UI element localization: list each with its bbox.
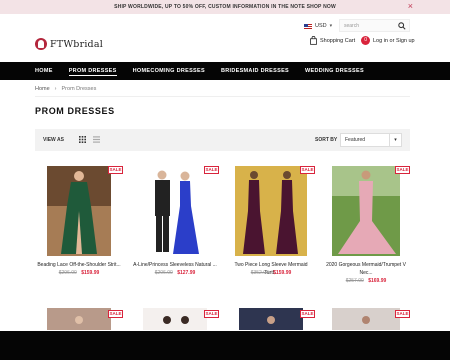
nav-item-prom-dresses[interactable]: PROM DRESSES <box>68 62 117 80</box>
sale-badge: SALE <box>108 166 123 174</box>
us-flag-icon <box>304 23 312 29</box>
sale-price: $159.99 <box>81 270 100 276</box>
announcement-text: SHIP WORLDWIDE, UP TO 50% OFF, CUSTOM IN… <box>114 4 336 10</box>
product-price: $296.00 $159.99 <box>35 269 123 277</box>
nav-item-homecoming-dresses[interactable]: HOMECOMING DRESSES <box>133 62 205 80</box>
view-as-label: VIEW AS <box>43 137 64 143</box>
product-price: $206.00 $127.99 <box>131 269 219 277</box>
breadcrumb-separator: › <box>54 86 57 92</box>
sale-badge: SALE <box>204 166 219 174</box>
product-price: $352.00 $159.99 <box>227 269 315 277</box>
signup-link[interactable]: Sign up <box>396 38 415 44</box>
collection-toolbar: VIEW AS SORT BY Featured ▾ <box>35 129 410 151</box>
sale-badge: SALE <box>395 310 410 318</box>
sale-badge: SALE <box>108 310 123 318</box>
list-view-icon[interactable] <box>93 136 100 143</box>
breadcrumb-current: Prom Dresses <box>61 86 97 92</box>
logo-text: FTWbridal <box>50 38 103 50</box>
account-links: Log in or Sign up <box>373 36 415 47</box>
original-price: $257.00 <box>345 278 364 284</box>
bottom-overlay-bar <box>0 331 450 360</box>
close-icon[interactable]: × <box>408 0 413 13</box>
page-title: PROM DRESSES <box>35 106 115 116</box>
original-price: $206.00 <box>154 270 173 276</box>
search-input[interactable] <box>340 20 396 31</box>
product-card[interactable]: SALE <box>227 308 315 330</box>
original-price: $296.00 <box>58 270 77 276</box>
product-name[interactable]: A-Line/Princess Sleeveless Natural ... <box>131 261 219 269</box>
chevron-down-icon: ▾ <box>329 23 333 29</box>
sort-select[interactable]: Featured ▾ <box>340 133 402 147</box>
sale-badge: SALE <box>300 310 315 318</box>
sale-price: $127.99 <box>177 270 196 276</box>
sort-by-label: SORT BY <box>315 137 338 143</box>
dress-photo-icon <box>143 166 207 256</box>
shopping-bag-icon <box>310 36 317 45</box>
chevron-down-icon: ▾ <box>389 134 401 146</box>
currency-label: USD <box>315 23 327 29</box>
sale-badge: SALE <box>300 166 315 174</box>
grid-view-icon[interactable] <box>79 136 86 143</box>
sort-select-value: Featured <box>345 137 366 143</box>
product-card[interactable]: SALE <box>131 308 219 330</box>
nav-item-bridesmaid-dresses[interactable]: BRIDESMAID DRESSES <box>221 62 289 80</box>
currency-selector[interactable]: USD ▾ <box>304 21 332 31</box>
product-image[interactable] <box>131 166 219 256</box>
product-image[interactable] <box>322 166 410 256</box>
product-card[interactable]: SALE <box>322 308 410 330</box>
shopping-cart-link[interactable]: Shopping Cart 0 <box>310 36 371 45</box>
nav-item-home[interactable]: HOME <box>35 62 53 80</box>
or-text: or <box>389 38 395 44</box>
breadcrumb: Home › Prom Dresses <box>35 86 96 92</box>
nav-item-wedding-dresses[interactable]: WEDDING DRESSES <box>305 62 364 80</box>
dress-photo-icon <box>47 166 111 256</box>
main-nav: HOME PROM DRESSES HOMECOMING DRESSES BRI… <box>0 62 450 80</box>
product-price: $257.00 $169.99 <box>322 277 410 285</box>
announcement-bar: SHIP WORLDWIDE, UP TO 50% OFF, CUSTOM IN… <box>0 0 450 14</box>
breadcrumb-home[interactable]: Home <box>35 86 50 92</box>
search-box <box>339 19 410 32</box>
search-icon[interactable] <box>398 22 406 30</box>
cart-count-badge: 0 <box>361 36 371 45</box>
logo-mark-icon <box>35 38 47 50</box>
sale-price: $159.99 <box>273 270 292 276</box>
sale-badge: SALE <box>204 310 219 318</box>
sale-badge: SALE <box>395 166 410 174</box>
logo[interactable]: FTWbridal <box>35 38 103 50</box>
product-card[interactable]: SALE <box>35 308 123 330</box>
product-image[interactable] <box>227 166 315 256</box>
cart-label: Shopping Cart <box>320 37 356 44</box>
original-price: $352.00 <box>250 270 269 276</box>
product-image[interactable] <box>35 166 123 256</box>
divider <box>35 96 410 97</box>
product-name[interactable]: Beading Lace Off-the-Shoulder Strit... <box>35 261 123 269</box>
product-name[interactable]: 2020 Gorgeous Mermaid/Trumpet V Nec... <box>322 261 410 277</box>
dress-photo-icon <box>235 166 307 256</box>
login-link[interactable]: Log in <box>373 38 388 44</box>
dress-photo-icon <box>332 166 400 256</box>
sale-price: $169.99 <box>368 278 387 284</box>
